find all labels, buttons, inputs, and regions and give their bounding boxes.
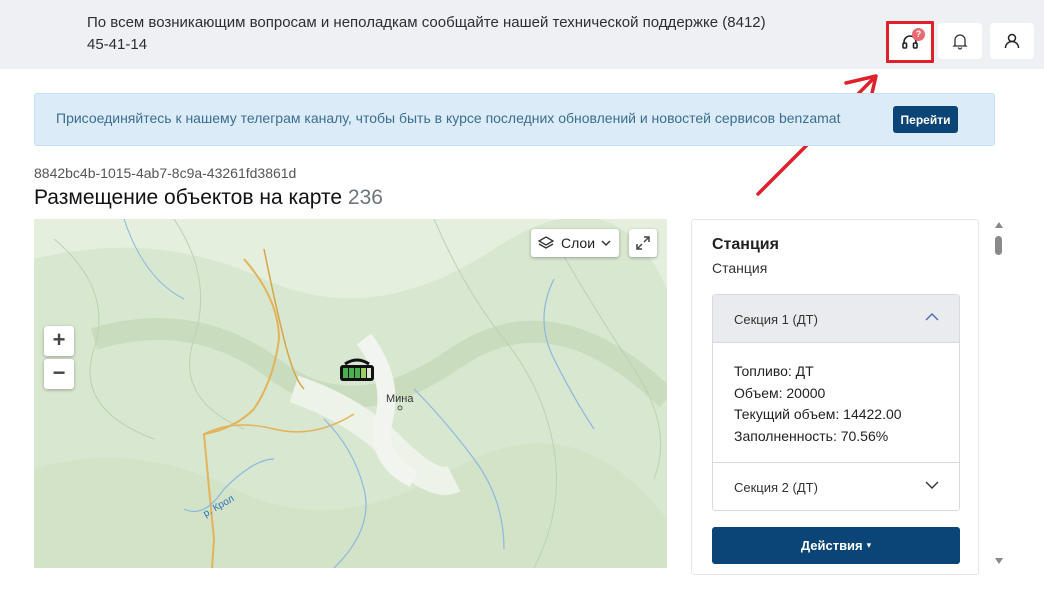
bell-icon <box>952 34 968 50</box>
support-notice: По всем возникающим вопросам и неполадка… <box>87 14 766 53</box>
station-panel: Станция Станция Секция 1 (ДТ) Топливо: Д… <box>691 219 979 575</box>
top-header: По всем возникающим вопросам и неполадка… <box>0 0 1044 69</box>
user-menu-button[interactable] <box>990 23 1034 59</box>
scroll-down-arrow-icon[interactable] <box>995 558 1003 564</box>
chevron-down-icon <box>601 240 611 247</box>
volume: Объем: 20000 <box>734 384 826 401</box>
page-title: Размещение объектов на карте 236 <box>34 186 383 210</box>
actions-button[interactable]: Действия ▾ <box>712 527 960 564</box>
chevron-down-icon <box>925 481 939 489</box>
telegram-banner: Присоединяйтесь к нашему телеграм каналу… <box>34 93 995 146</box>
scroll-up-arrow-icon[interactable] <box>995 222 1003 228</box>
object-id: 8842bc4b-1015-4ab7-8c9a-43261fd3861d <box>34 165 297 181</box>
zoom-in-button[interactable]: + <box>44 326 74 356</box>
layers-button[interactable]: Слои <box>531 229 619 257</box>
banner-text: Присоединяйтесь к нашему телеграм каналу… <box>56 110 841 126</box>
scroll-thumb[interactable] <box>995 236 1002 255</box>
user-icon <box>1004 33 1020 49</box>
zoom-out-button[interactable]: − <box>44 359 74 389</box>
expand-icon <box>636 236 650 250</box>
section-2-label: Секция 2 (ДТ) <box>734 480 818 495</box>
section-1-label: Секция 1 (ДТ) <box>734 312 818 327</box>
support-button[interactable]: ? <box>886 21 934 63</box>
panel-scrollbar[interactable] <box>993 222 1005 568</box>
chevron-up-icon <box>925 313 939 321</box>
current-volume: Текущий объем: 14422.00 <box>734 406 902 422</box>
layers-label: Слои <box>561 235 596 251</box>
place-label: Мина <box>386 393 414 405</box>
fuel-type: Топливо: ДТ <box>734 363 814 379</box>
sections-accordion: Секция 1 (ДТ) Топливо: ДТ Объем: 20000 Т… <box>712 294 960 511</box>
actions-label: Действия <box>800 538 863 553</box>
section-1-body: Топливо: ДТ Объем: 20000 Текущий объем: … <box>734 361 902 447</box>
station-marker-icon[interactable] <box>339 356 375 386</box>
station-title: Станция <box>712 236 779 253</box>
fill-level: Заполненность: 70.56% <box>734 427 889 444</box>
map-terrain <box>34 219 667 568</box>
object-count: 236 <box>347 186 383 209</box>
section-2-header[interactable]: Секция 2 (ДТ) <box>713 462 959 510</box>
section-1-header[interactable]: Секция 1 (ДТ) <box>713 295 959 343</box>
station-subtitle: Станция <box>712 260 768 276</box>
layers-icon <box>537 236 555 249</box>
support-badge: ? <box>912 28 925 41</box>
caret-down-icon: ▾ <box>866 540 872 550</box>
map-view[interactable]: + − Слои Мина р. Крол <box>34 219 667 568</box>
fullscreen-button[interactable] <box>629 229 657 257</box>
page-title-text: Размещение объектов на карте <box>34 186 343 209</box>
go-button[interactable]: Перейти <box>893 106 958 133</box>
notifications-button[interactable] <box>938 23 982 59</box>
